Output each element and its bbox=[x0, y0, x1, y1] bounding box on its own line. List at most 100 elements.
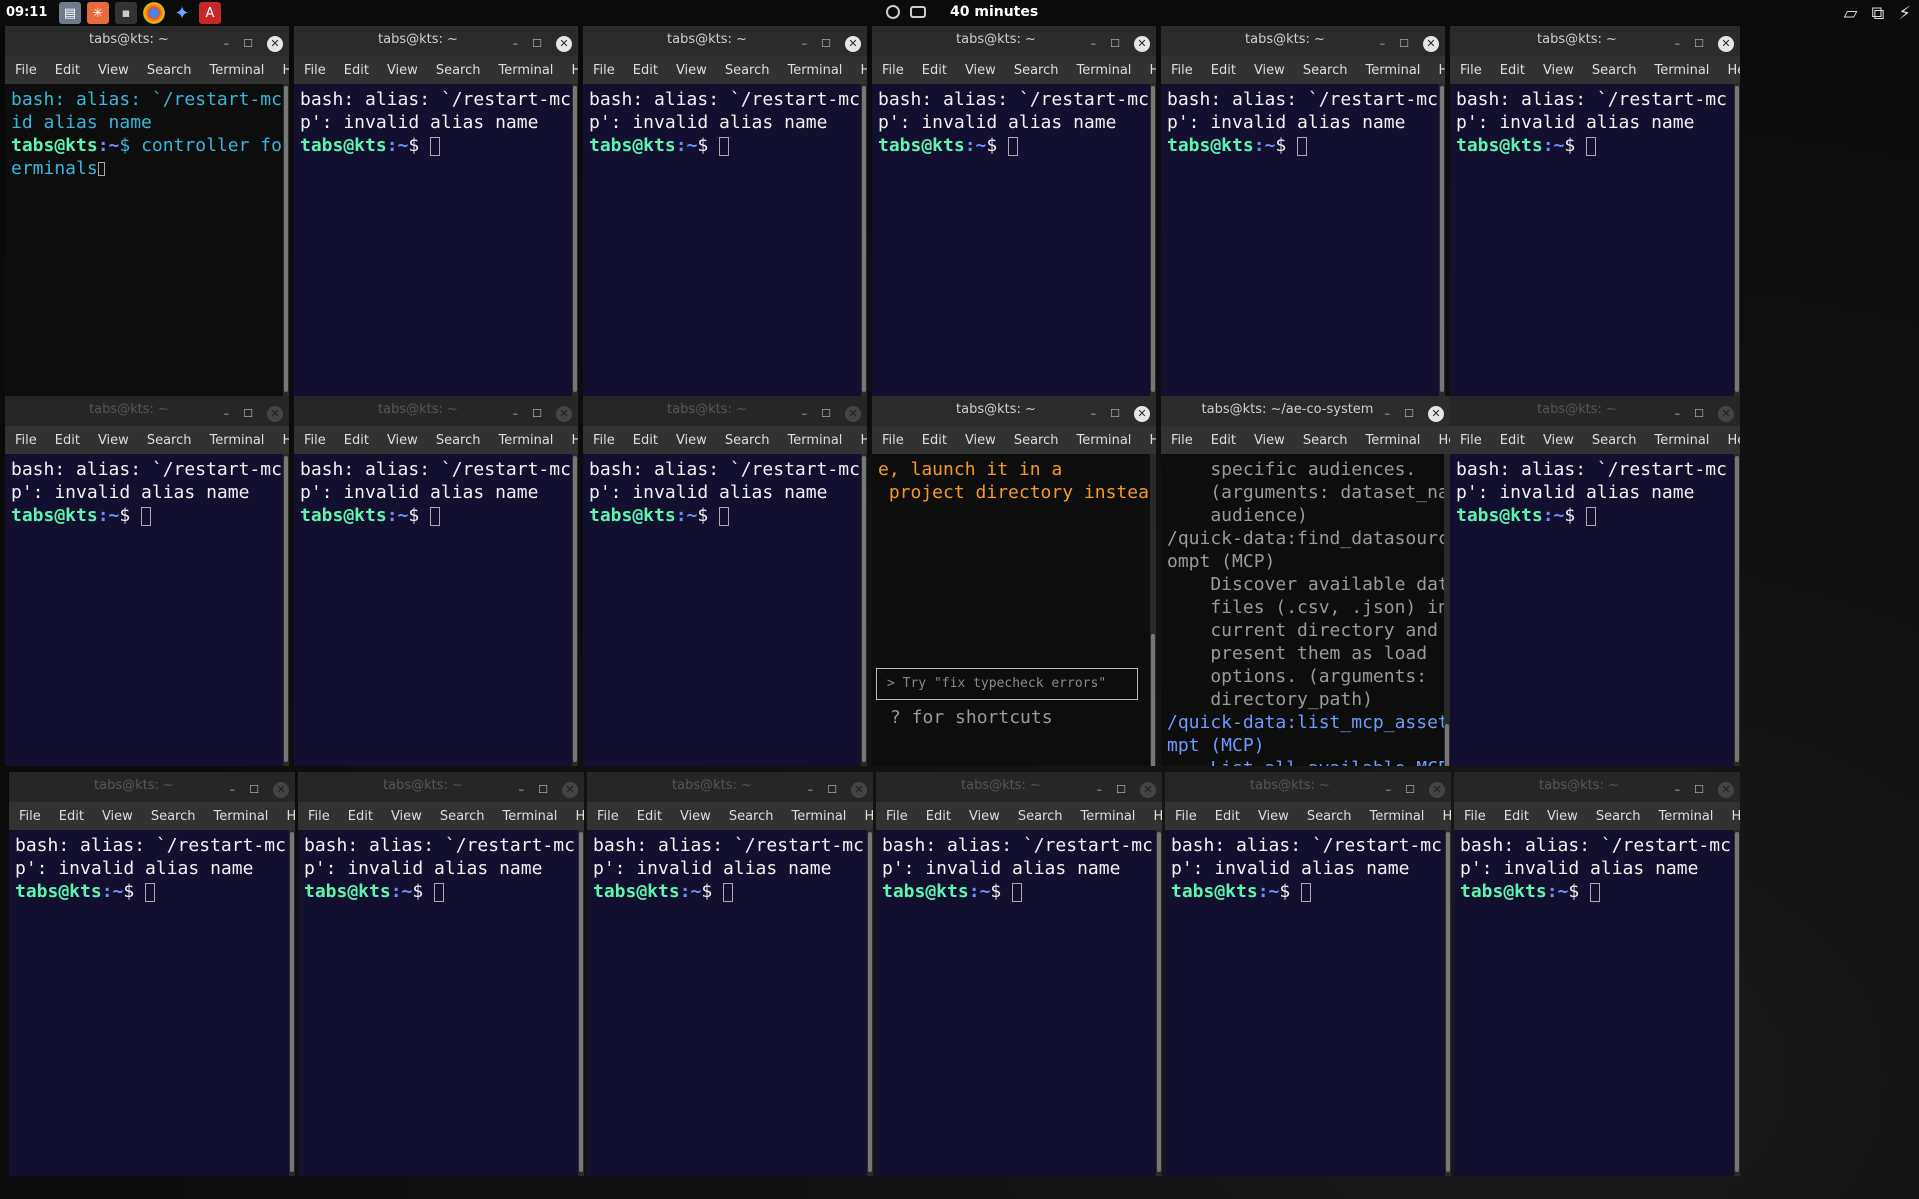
gemini-icon[interactable]: ✦ bbox=[171, 2, 193, 24]
menu-item-view[interactable]: View bbox=[680, 809, 711, 824]
menu-item-terminal[interactable]: Terminal bbox=[213, 809, 268, 824]
chrome-icon[interactable] bbox=[143, 2, 165, 24]
window-titlebar[interactable]: tabs@kts: ~ – ☐ ✕ bbox=[298, 772, 584, 802]
menu-item-edit[interactable]: Edit bbox=[348, 809, 373, 824]
terminal-body[interactable]: bash: alias: `/restart-mcp': invalid ali… bbox=[5, 454, 289, 766]
scrollbar-thumb[interactable] bbox=[573, 456, 577, 762]
scrollbar[interactable] bbox=[283, 84, 289, 396]
menu-item-view[interactable]: View bbox=[391, 809, 422, 824]
menu-item-terminal[interactable]: Terminal bbox=[1369, 809, 1424, 824]
scrollbar-thumb[interactable] bbox=[1446, 832, 1450, 1172]
window-titlebar[interactable]: tabs@kts: ~ – ☐ ✕ bbox=[583, 396, 867, 426]
maximize-icon[interactable]: ☐ bbox=[1110, 32, 1120, 56]
timer-label[interactable]: 40 minutes bbox=[950, 4, 1038, 20]
scrollbar-thumb[interactable] bbox=[1445, 724, 1449, 766]
scrollbar[interactable] bbox=[1734, 830, 1740, 1176]
close-icon[interactable]: ✕ bbox=[556, 36, 572, 52]
menu-item-search[interactable]: Search bbox=[1596, 809, 1641, 824]
scrollbar-thumb[interactable] bbox=[862, 456, 866, 762]
close-icon[interactable]: ✕ bbox=[562, 782, 578, 798]
terminal-window[interactable]: tabs@kts: ~ – ☐ ✕ File Edit View Search Terminal… bbox=[9, 772, 295, 1176]
scrollbar-thumb[interactable] bbox=[868, 832, 872, 1172]
menu-item-help[interactable]: Help bbox=[1438, 433, 1450, 448]
terminal-window[interactable]: tabs@kts: ~ – ☐ ✕ File Edit View Search Terminal… bbox=[583, 396, 867, 766]
scrollbar[interactable] bbox=[861, 454, 867, 766]
minimize-icon[interactable]: – bbox=[802, 402, 808, 426]
terminal-body[interactable]: specific audiences. (arguments: dataset_… bbox=[1161, 454, 1450, 766]
scrollbar[interactable] bbox=[289, 830, 295, 1176]
close-icon[interactable]: ✕ bbox=[1134, 36, 1150, 52]
close-icon[interactable]: ✕ bbox=[273, 782, 289, 798]
menu-item-search[interactable]: Search bbox=[1592, 63, 1637, 78]
terminal-body[interactable]: bash: alias: `/restart-mcp': invalid ali… bbox=[1454, 830, 1740, 1176]
menu-item-terminal[interactable]: Terminal bbox=[1654, 433, 1709, 448]
menu-item-view[interactable]: View bbox=[387, 63, 418, 78]
terminal-body[interactable]: bash: alias: `/restart-mcp': invalid ali… bbox=[1450, 454, 1740, 766]
scrollbar-thumb[interactable] bbox=[579, 832, 583, 1172]
terminal-window[interactable]: tabs@kts: ~ – ☐ ✕ File Edit View Search Terminal… bbox=[1450, 396, 1740, 766]
menu-item-file[interactable]: File bbox=[1175, 809, 1197, 824]
menu-item-view[interactable]: View bbox=[98, 433, 129, 448]
menu-item-edit[interactable]: Edit bbox=[633, 63, 658, 78]
terminal-window[interactable]: tabs@kts: ~ – ☐ ✕ File Edit View Search Terminal… bbox=[587, 772, 873, 1176]
menu-item-edit[interactable]: Edit bbox=[922, 63, 947, 78]
terminal-body[interactable]: bash: alias: `/restart-mcp': invalid ali… bbox=[1161, 84, 1445, 396]
scrollbar-thumb[interactable] bbox=[284, 86, 288, 392]
menu-item-file[interactable]: File bbox=[15, 63, 37, 78]
menu-item-view[interactable]: View bbox=[676, 63, 707, 78]
menu-item-view[interactable]: View bbox=[965, 63, 996, 78]
menu-item-edit[interactable]: Edit bbox=[1211, 63, 1236, 78]
menu-item-search[interactable]: Search bbox=[440, 809, 485, 824]
maximize-icon[interactable]: ☐ bbox=[1110, 402, 1120, 426]
scrollbar-thumb[interactable] bbox=[1440, 86, 1444, 392]
scrollbar[interactable] bbox=[1150, 84, 1156, 396]
menu-item-edit[interactable]: Edit bbox=[926, 809, 951, 824]
menu-item-terminal[interactable]: Terminal bbox=[498, 433, 553, 448]
menu-item-search[interactable]: Search bbox=[147, 433, 192, 448]
scrollbar[interactable] bbox=[867, 830, 873, 1176]
menu-item-file[interactable]: File bbox=[15, 433, 37, 448]
menu-item-edit[interactable]: Edit bbox=[55, 433, 80, 448]
terminal-window[interactable]: tabs@kts: ~ – ☐ ✕ File Edit View Search Terminal… bbox=[298, 772, 584, 1176]
menu-item-help[interactable]: Help bbox=[860, 63, 867, 78]
close-icon[interactable]: ✕ bbox=[556, 406, 572, 422]
menu-item-search[interactable]: Search bbox=[729, 809, 774, 824]
scrollbar-thumb[interactable] bbox=[573, 86, 577, 392]
scrollbar[interactable] bbox=[1150, 454, 1156, 766]
menu-item-file[interactable]: File bbox=[1460, 63, 1482, 78]
menu-item-file[interactable]: File bbox=[886, 809, 908, 824]
scrollbar[interactable] bbox=[1439, 84, 1445, 396]
terminal-icon[interactable]: ▪ bbox=[115, 2, 137, 24]
menu-item-help[interactable]: Help bbox=[1727, 433, 1740, 448]
menu-item-help[interactable]: Help bbox=[282, 433, 289, 448]
terminal-window[interactable]: tabs@kts: ~ – ☐ ✕ File Edit View Search Terminal… bbox=[583, 26, 867, 396]
minimize-icon[interactable]: – bbox=[224, 402, 230, 426]
window-titlebar[interactable]: tabs@kts: ~ – ☐ ✕ bbox=[583, 26, 867, 56]
maximize-icon[interactable]: ☐ bbox=[249, 778, 259, 802]
window-titlebar[interactable]: tabs@kts: ~ – ☐ ✕ bbox=[294, 396, 578, 426]
close-icon[interactable]: ✕ bbox=[1429, 782, 1445, 798]
menu-item-help[interactable]: Help bbox=[571, 63, 578, 78]
maximize-icon[interactable]: ☐ bbox=[1116, 778, 1126, 802]
menu-item-file[interactable]: File bbox=[1171, 63, 1193, 78]
terminal-body[interactable]: bash: alias: `/restart-mcp': invalid ali… bbox=[583, 454, 867, 766]
menu-item-terminal[interactable]: Terminal bbox=[1365, 433, 1420, 448]
scrollbar[interactable] bbox=[861, 84, 867, 396]
menu-item-terminal[interactable]: Terminal bbox=[209, 433, 264, 448]
terminal-body[interactable]: bash: alias: `/restart-mcp': invalid ali… bbox=[587, 830, 873, 1176]
minimize-icon[interactable]: – bbox=[1675, 778, 1681, 802]
window-titlebar[interactable]: tabs@kts: ~ – ☐ ✕ bbox=[1165, 772, 1451, 802]
scrollbar[interactable] bbox=[1734, 84, 1740, 396]
menu-item-search[interactable]: Search bbox=[725, 63, 770, 78]
menu-item-terminal[interactable]: Terminal bbox=[787, 433, 842, 448]
window-titlebar[interactable]: tabs@kts: ~ – ☐ ✕ bbox=[1450, 26, 1740, 56]
window-titlebar[interactable]: tabs@kts: ~ – ☐ ✕ bbox=[5, 26, 289, 56]
scrollbar[interactable] bbox=[578, 830, 584, 1176]
scrollbar-thumb[interactable] bbox=[1735, 86, 1739, 392]
menu-item-terminal[interactable]: Terminal bbox=[1654, 63, 1709, 78]
menu-item-file[interactable]: File bbox=[19, 809, 41, 824]
menu-item-search[interactable]: Search bbox=[1303, 433, 1348, 448]
menu-item-help[interactable]: Help bbox=[1731, 809, 1740, 824]
notes-icon[interactable]: ▱ bbox=[1844, 3, 1858, 24]
menu-item-view[interactable]: View bbox=[1543, 63, 1574, 78]
